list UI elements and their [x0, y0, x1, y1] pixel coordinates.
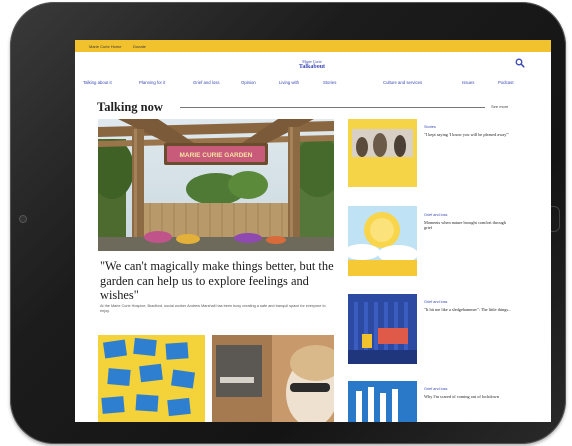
side-story-2[interactable]: Grief and loss Moments when nature broug…: [424, 213, 514, 230]
side-story-1[interactable]: Stories "I kept saying 'I know you will …: [424, 125, 514, 137]
story-thumbnail-cards[interactable]: [98, 335, 205, 422]
side-story-image-2[interactable]: [348, 206, 417, 276]
camera-icon: [19, 215, 27, 223]
nav-item-grief-and-loss[interactable]: Grief and loss: [193, 80, 220, 85]
logo-brand-name: Talkabout: [298, 64, 326, 70]
nav-item-podcast[interactable]: Podcast: [498, 80, 514, 85]
nav-item-talking-about-it[interactable]: Talking about it: [83, 80, 112, 85]
side-story-3[interactable]: Grief and loss "It hit me like a sledgeh…: [424, 300, 514, 312]
side-story-category[interactable]: Grief and loss: [424, 387, 514, 391]
side-story-category[interactable]: Stories: [424, 125, 514, 129]
hero-summary: At the Marie Curie Hospice, Bradford, so…: [100, 304, 326, 313]
browser-screen: Marie Curie Home Donate Marie Curie Talk…: [75, 40, 551, 422]
side-story-category[interactable]: Grief and loss: [424, 300, 514, 304]
side-story-title[interactable]: Moments when nature brought comfort thro…: [424, 220, 514, 230]
side-story-4[interactable]: Grief and loss Why I'm scared of coming …: [424, 387, 514, 399]
side-story-category[interactable]: Grief and loss: [424, 213, 514, 217]
hero-headline[interactable]: "We can't magically make things better, …: [100, 259, 336, 303]
garden-sign-text: MARIE CURIE GARDEN: [180, 152, 253, 159]
side-story-image-4[interactable]: [348, 381, 417, 422]
marie-curie-home-link[interactable]: Marie Curie Home: [89, 44, 121, 49]
nav-item-issues[interactable]: Issues: [462, 80, 474, 85]
hero-image[interactable]: MARIE CURIE GARDEN: [98, 119, 334, 251]
nav-item-opinion[interactable]: Opinion: [241, 80, 256, 85]
story-thumbnail-portrait[interactable]: [212, 335, 334, 422]
nav-item-living-with[interactable]: Living with: [279, 80, 299, 85]
section-divider: [180, 107, 485, 108]
side-story-image-3[interactable]: [348, 294, 417, 364]
see-more-link[interactable]: See more: [491, 104, 508, 109]
nav-item-culture-and-services[interactable]: Culture and services: [383, 80, 422, 85]
utility-bar: Marie Curie Home Donate: [75, 40, 551, 52]
donate-link[interactable]: Donate: [133, 44, 146, 49]
search-icon[interactable]: [515, 58, 525, 68]
tablet-device: Marie Curie Home Donate Marie Curie Talk…: [10, 2, 566, 444]
side-story-title[interactable]: "I kept saying 'I know you will be pleas…: [424, 132, 514, 137]
main-nav: Talking about it Planning for it Grief a…: [83, 80, 543, 88]
section-title: Talking now: [97, 100, 163, 114]
side-story-image-1[interactable]: [348, 119, 417, 187]
site-logo[interactable]: Marie Curie Talkabout: [287, 59, 337, 70]
nav-item-planning-for-it[interactable]: Planning for it: [139, 80, 165, 85]
side-story-title[interactable]: "It hit me like a sledgehammer": The lit…: [424, 307, 514, 312]
side-story-title[interactable]: Why I'm scared of coming out of lockdown: [424, 394, 514, 399]
nav-item-stories[interactable]: Stories: [323, 80, 336, 85]
